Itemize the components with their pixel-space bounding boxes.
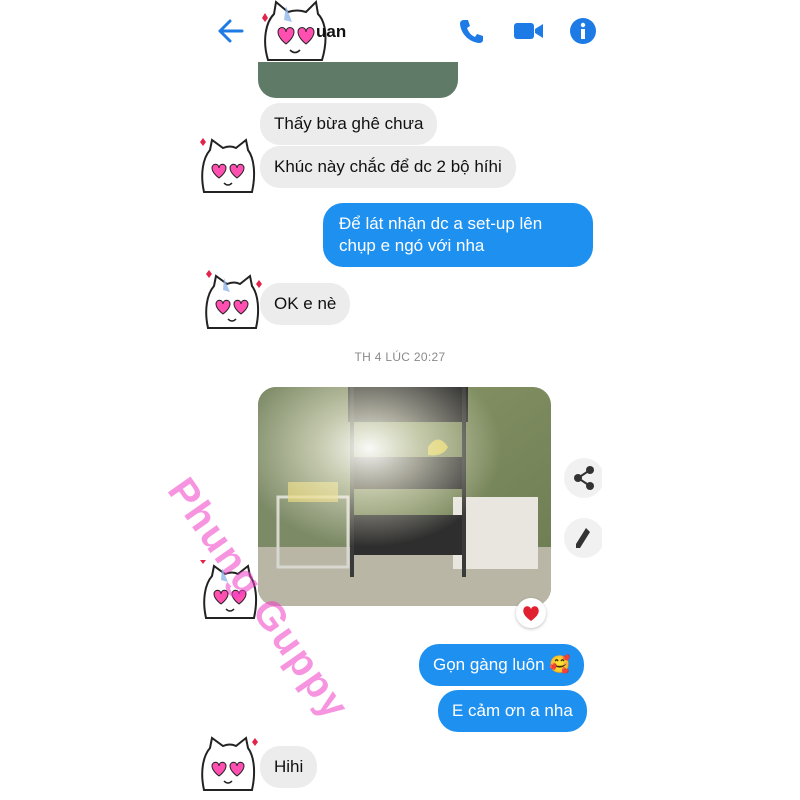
edit-button[interactable] (564, 518, 602, 558)
incoming-message[interactable]: Thấy bừa ghê chưa (260, 103, 438, 145)
aquarium-shelf-photo[interactable] (258, 387, 551, 606)
chat-header: uan (198, 0, 602, 62)
sender-avatar[interactable] (198, 136, 260, 198)
sender-avatar[interactable] (198, 732, 260, 794)
message-text: Gọn gàng luôn (433, 655, 545, 674)
smiling-face-with-hearts-icon: 🥰 (549, 655, 571, 674)
back-arrow-icon[interactable] (216, 18, 244, 49)
outgoing-message[interactable]: E cảm ơn a nha (438, 690, 587, 732)
heart-icon (523, 606, 539, 621)
incoming-message[interactable]: OK e nè (260, 283, 351, 325)
timestamp: TH 4 LÚC 20:27 (354, 350, 446, 364)
chat-screen: uan Thấy bừa ghê chưa Khúc này chắc để d… (198, 0, 602, 800)
phone-icon[interactable] (456, 16, 486, 51)
info-icon[interactable] (568, 16, 598, 51)
outgoing-message[interactable]: Gọn gàng luôn 🥰 (419, 644, 585, 686)
share-icon (574, 466, 594, 490)
message-line: chụp e ngó với nha (339, 236, 485, 255)
incoming-message[interactable]: Khúc này chắc để dc 2 bộ híhi (260, 146, 516, 188)
contact-name[interactable]: uan (316, 22, 346, 42)
video-camera-icon[interactable] (512, 16, 546, 51)
outgoing-message[interactable]: Để lát nhận dc a set-up lên chụp e ngó v… (323, 203, 593, 267)
reaction-badge[interactable] (516, 598, 546, 628)
incoming-message[interactable]: Hihi (260, 746, 318, 788)
sender-avatar[interactable] (202, 270, 264, 332)
message-line: Để lát nhận dc a set-up lên (339, 214, 543, 233)
share-button[interactable] (564, 458, 602, 498)
pencil-icon (576, 528, 590, 548)
